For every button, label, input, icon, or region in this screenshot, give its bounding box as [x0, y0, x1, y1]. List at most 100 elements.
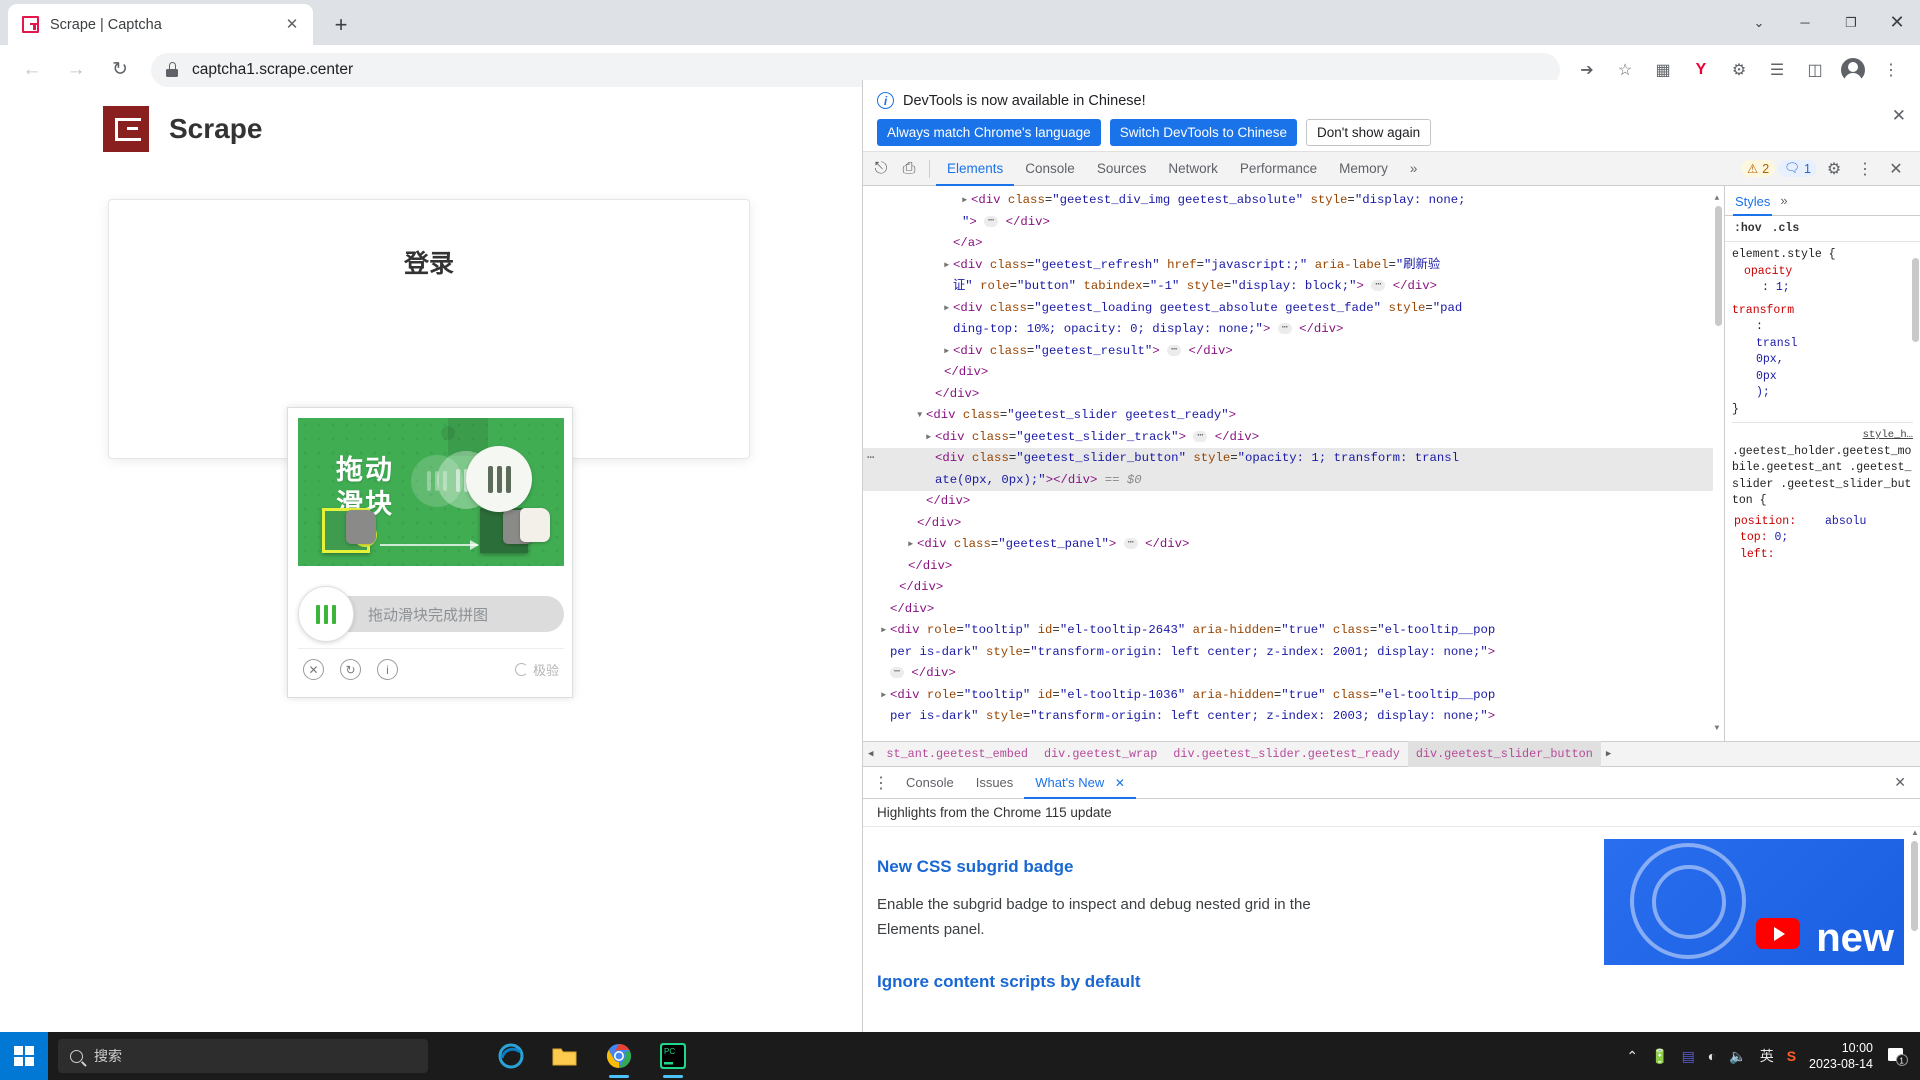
chevron-up-icon[interactable]: ⌃	[1626, 1048, 1638, 1065]
dom-line-gutter-menu[interactable]: ⋯	[867, 448, 874, 470]
breadcrumb-right-arrow-icon[interactable]: ▶	[1601, 749, 1616, 759]
file-explorer-icon[interactable]	[542, 1033, 588, 1079]
expand-triangle-icon[interactable]: ▸	[961, 190, 971, 212]
browser-tab[interactable]: Scrape | Captcha ✕	[8, 4, 313, 45]
stylesheet-source-link[interactable]: style_h…	[1732, 427, 1913, 444]
dont-show-again-button[interactable]: Don't show again	[1306, 119, 1432, 146]
breadcrumb-left-arrow-icon[interactable]: ◀	[863, 749, 878, 759]
breadcrumb-item[interactable]: div.geetest_wrap	[1036, 741, 1165, 767]
dom-tree-line[interactable]: ▸ <div role="tooltip" id="el-tooltip-2643…	[863, 620, 1724, 642]
notification-center-icon[interactable]: 1	[1886, 1045, 1908, 1067]
styles-scrollbar[interactable]	[1910, 242, 1920, 741]
dom-tree-line[interactable]: ▸ <div role="tooltip" id="el-tooltip-1036…	[863, 685, 1724, 707]
dom-tree-view[interactable]: ▸ <div class="geetest_div_img geetest_abs…	[863, 186, 1724, 741]
styles-overflow-icon[interactable]: »	[1780, 193, 1787, 208]
switch-devtools-chinese-button[interactable]: Switch DevTools to Chinese	[1109, 119, 1298, 146]
forward-button[interactable]: →	[59, 53, 93, 87]
devtools-close-icon[interactable]: ✕	[1882, 155, 1910, 183]
breadcrumb-item[interactable]: st_ant.geetest_embed	[878, 741, 1036, 767]
drawer-more-icon[interactable]: ⋮	[867, 769, 895, 797]
breadcrumb-item[interactable]: div.geetest_slider_button	[1407, 741, 1601, 767]
drawer-tab-console[interactable]: Console	[895, 767, 965, 799]
drawer-close-icon[interactable]: ✕	[1894, 774, 1916, 791]
ime-indicator[interactable]: 英	[1760, 1046, 1774, 1066]
dom-tree-line[interactable]: ▸ <div class="geetest_refresh" href="java…	[863, 255, 1724, 277]
tab-sources[interactable]: Sources	[1086, 152, 1158, 186]
tab-search-chevron-icon[interactable]: ⌄	[1736, 0, 1782, 45]
taskbar-search-input[interactable]: 搜索	[58, 1039, 428, 1073]
tab-console[interactable]: Console	[1014, 152, 1086, 186]
new-tab-button[interactable]: +	[324, 8, 358, 42]
maximize-button[interactable]: ❐	[1828, 0, 1874, 45]
expand-triangle-icon[interactable]: ▸	[943, 255, 953, 277]
expand-triangle-icon[interactable]: ▸	[943, 341, 953, 363]
cls-filter[interactable]: .cls	[1772, 222, 1800, 235]
css-prop-opacity[interactable]: opacity	[1744, 265, 1792, 278]
dom-tree-line[interactable]: </div>	[863, 513, 1724, 535]
dom-tree-line[interactable]: ▸ <div class="geetest_result"> ⋯ </div>	[863, 341, 1724, 363]
edge-icon[interactable]	[488, 1033, 534, 1079]
expand-triangle-icon[interactable]: ▸	[880, 620, 890, 642]
dom-tree-line[interactable]: ▸ <div class="geetest_loading geetest_abs…	[863, 298, 1724, 320]
dom-tree-line[interactable]: ▸ <div class="geetest_slider_track"> ⋯ </…	[863, 427, 1724, 449]
chrome-icon[interactable]	[596, 1033, 642, 1079]
dom-tree-line[interactable]: </div>	[863, 362, 1724, 384]
back-button[interactable]: ←	[15, 53, 49, 87]
dom-tree-line[interactable]: </div>	[863, 491, 1724, 513]
dom-tree-line[interactable]: ⋯ </div>	[863, 663, 1724, 685]
styles-rules[interactable]: element.style { opacity : 1; transform :…	[1725, 242, 1920, 741]
minimize-button[interactable]: ─	[1782, 0, 1828, 45]
dom-breadcrumb[interactable]: ◀ st_ant.geetest_embed div.geetest_wrap di…	[863, 741, 1920, 767]
close-window-button[interactable]: ✕	[1874, 0, 1920, 45]
scroll-down-arrow[interactable]: ▼	[1715, 718, 1720, 740]
dom-tree-line[interactable]: "> ⋯ </div>	[863, 212, 1724, 234]
css-prop-left[interactable]: left:	[1740, 548, 1775, 561]
dom-tree-line[interactable]: </div>	[863, 599, 1724, 621]
geetest-slider-button[interactable]	[298, 586, 354, 642]
drawer-tab-issues[interactable]: Issues	[965, 767, 1025, 799]
dom-tree-line[interactable]: ate(0px, 0px);"></div> == $0	[863, 469, 1724, 491]
dom-tree-line[interactable]: </a>	[863, 233, 1724, 255]
dom-tree-line[interactable]: </div>	[863, 577, 1724, 599]
css-prop-position[interactable]: position:	[1734, 515, 1796, 528]
banner-close-icon[interactable]: ✕	[1892, 106, 1906, 126]
expand-triangle-icon[interactable]: ▸	[943, 298, 953, 320]
warning-badge[interactable]: ⚠ 2	[1741, 160, 1776, 177]
sogou-icon[interactable]: S	[1787, 1048, 1796, 1064]
volume-icon[interactable]: 🔈	[1729, 1048, 1746, 1065]
close-icon[interactable]: ✕	[303, 659, 324, 680]
taskbar-clock[interactable]: 10:00 2023-08-14	[1809, 1040, 1873, 1072]
css-prop-transform[interactable]: transform	[1732, 304, 1794, 317]
tab-styles[interactable]: Styles	[1733, 186, 1772, 216]
drawer-tab-whats-new[interactable]: What's New ✕	[1024, 767, 1136, 799]
device-toolbar-icon[interactable]: ⎙	[895, 155, 923, 183]
dom-tree-line[interactable]: ▸ <div class="geetest_panel"> ⋯ </div>	[863, 534, 1724, 556]
expand-triangle-icon[interactable]: ▸	[880, 685, 890, 707]
dom-tree-line[interactable]: 证" role="button" tabindex="-1" style="di…	[863, 276, 1724, 298]
devtools-more-icon[interactable]: ⋮	[1851, 155, 1879, 183]
inspect-element-icon[interactable]: ⎋	[867, 155, 895, 183]
rule-selector[interactable]: .geetest_holder.geetest_mobile.geetest_a…	[1732, 444, 1913, 510]
tab-elements[interactable]: Elements	[936, 152, 1014, 186]
geetest-slider-track[interactable]: 拖动滑块完成拼图	[320, 596, 564, 632]
whats-new-video-thumbnail[interactable]: new	[1604, 839, 1904, 965]
tab-performance[interactable]: Performance	[1229, 152, 1328, 186]
dom-tree-line[interactable]: </div>	[863, 556, 1724, 578]
dom-tree-line[interactable]: per is-dark" style="transform-origin: le…	[863, 706, 1724, 728]
css-val-opacity[interactable]: 1;	[1776, 281, 1790, 294]
dom-tree-line[interactable]: ⋯ <div class="geetest_slider_button" sty…	[863, 448, 1724, 470]
article-heading-2[interactable]: Ignore content scripts by default	[877, 972, 1920, 992]
tabs-overflow-icon[interactable]: »	[1399, 152, 1429, 186]
tab-memory[interactable]: Memory	[1328, 152, 1399, 186]
dom-tree-line[interactable]: ▾ <div class="geetest_slider geetest_read…	[863, 405, 1724, 427]
windows-start-icon[interactable]	[0, 1032, 48, 1080]
battery-icon[interactable]: 🔋	[1651, 1048, 1668, 1065]
breadcrumb-item[interactable]: div.geetest_slider.geetest_ready	[1165, 741, 1408, 767]
dom-tree-line[interactable]: </div>	[863, 384, 1724, 406]
info-icon[interactable]: i	[377, 659, 398, 680]
collapse-triangle-icon[interactable]: ▾	[916, 405, 926, 427]
whats-new-scrollbar[interactable]: ▲	[1909, 827, 1920, 1053]
message-badge[interactable]: 🗨 1	[1778, 160, 1817, 177]
tab-close-icon[interactable]: ✕	[281, 14, 303, 36]
wifi-icon[interactable]: ◐	[1708, 1048, 1716, 1064]
